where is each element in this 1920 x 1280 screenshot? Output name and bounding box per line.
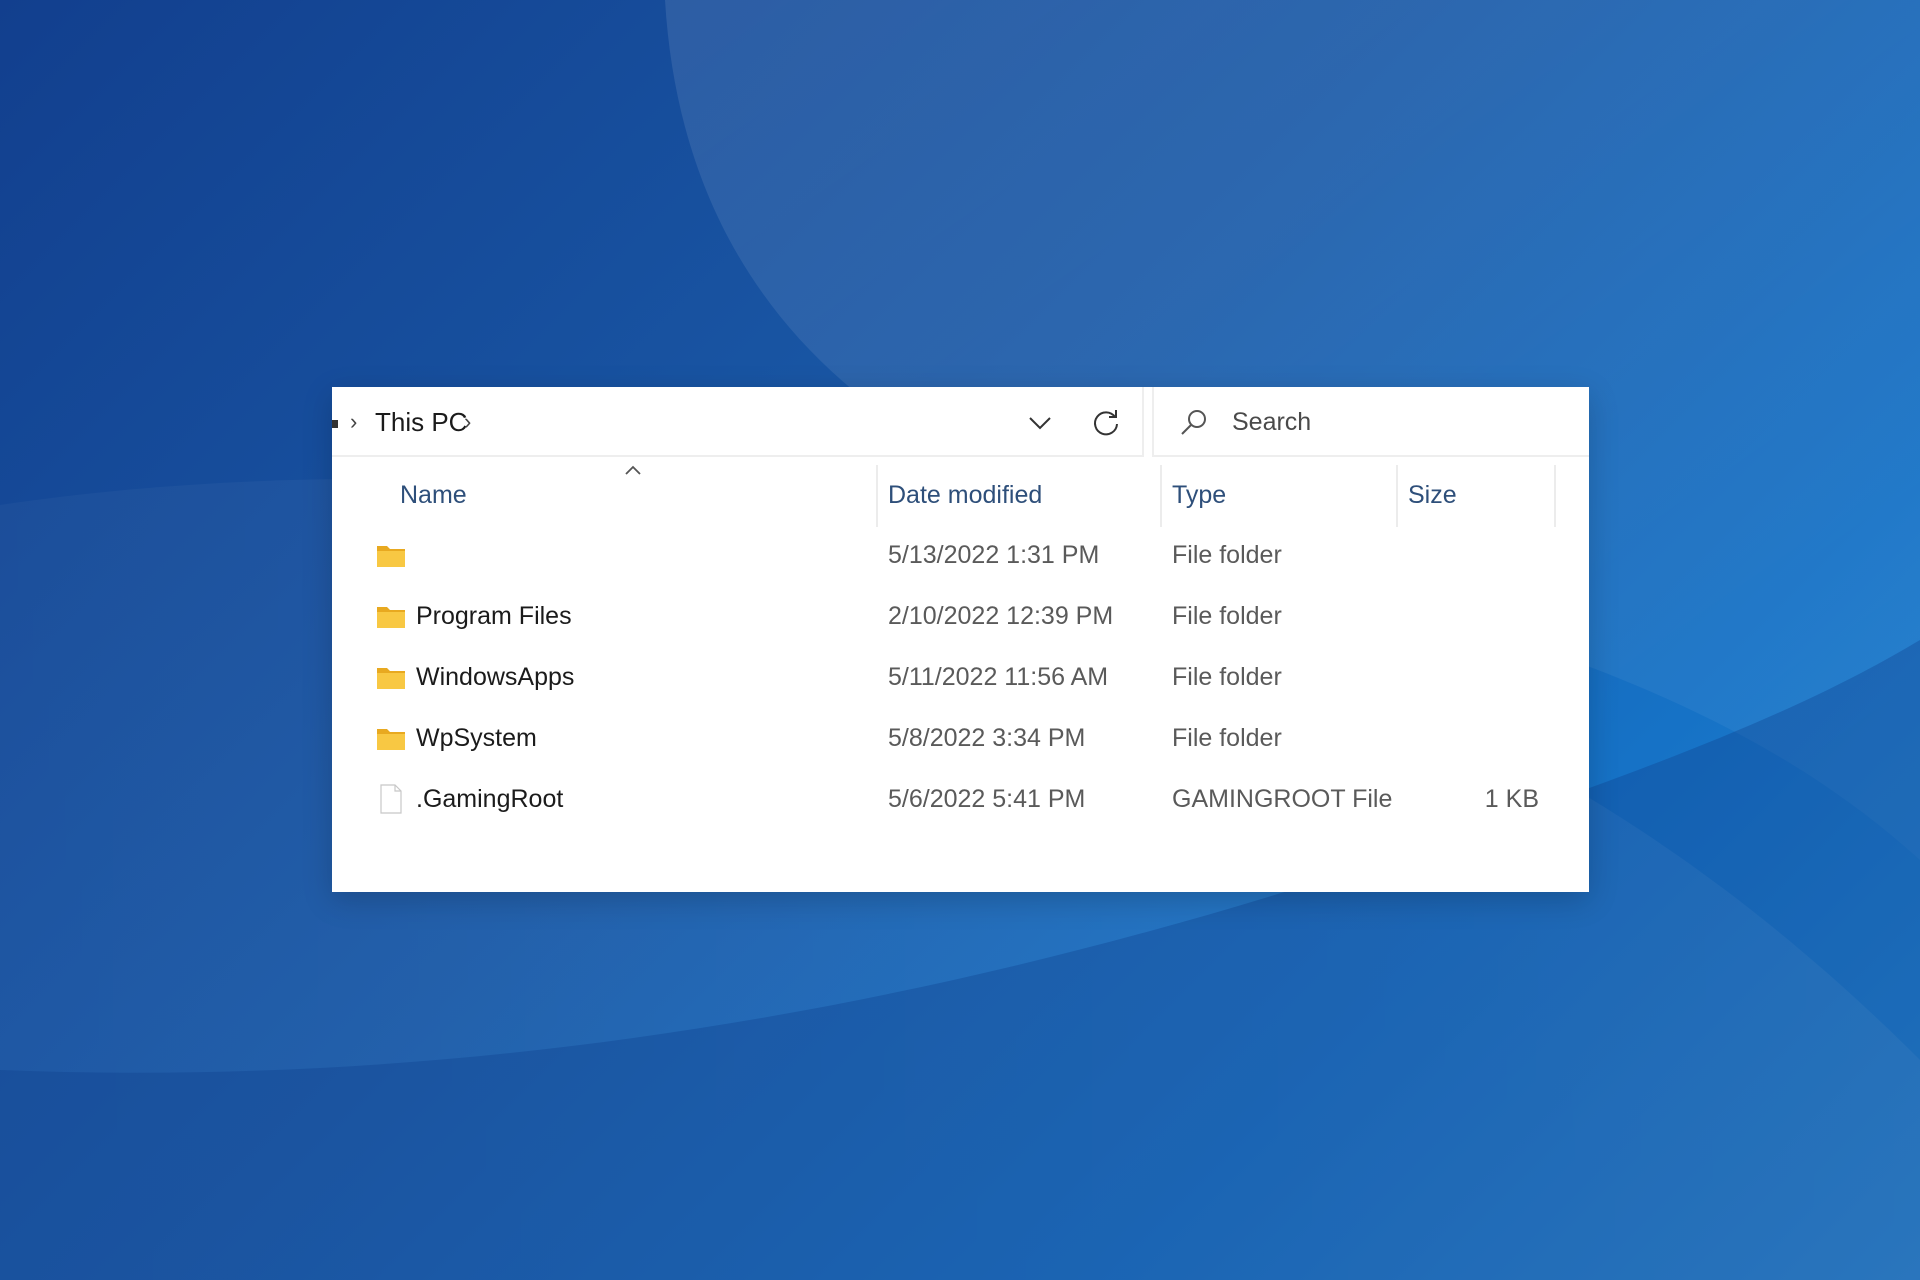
folder-icon bbox=[377, 668, 405, 689]
file-type: File folder bbox=[1172, 663, 1282, 691]
file-type: File folder bbox=[1172, 602, 1282, 630]
column-divider[interactable] bbox=[1160, 465, 1162, 527]
file-date-modified: 2/10/2022 12:39 PM bbox=[888, 602, 1114, 630]
file-explorer-window: › This PC › Search Name Date modified Ty… bbox=[332, 387, 1589, 892]
file-row[interactable]: .GamingRoot 5/6/2022 5:41 PM GAMINGROOT … bbox=[332, 770, 1589, 828]
column-divider[interactable] bbox=[1554, 465, 1556, 527]
file-date-modified: 5/6/2022 5:41 PM bbox=[888, 785, 1086, 813]
column-header-name[interactable]: Name bbox=[400, 473, 467, 517]
search-input[interactable]: Search bbox=[1232, 405, 1311, 439]
search-box[interactable]: Search bbox=[1152, 387, 1589, 457]
file-type: GAMINGROOT File bbox=[1172, 785, 1393, 813]
address-bar[interactable]: › This PC › bbox=[332, 387, 1144, 457]
file-type: File folder bbox=[1172, 724, 1282, 752]
file-type: File folder bbox=[1172, 541, 1282, 569]
column-header-size[interactable]: Size bbox=[1408, 473, 1457, 517]
file-name: WindowsApps bbox=[416, 663, 575, 691]
file-size: 1 KB bbox=[1484, 785, 1539, 813]
file-icon bbox=[380, 784, 402, 814]
file-row[interactable]: Program Files 2/10/2022 12:39 PM File fo… bbox=[332, 587, 1589, 645]
column-header-type[interactable]: Type bbox=[1172, 473, 1226, 517]
file-name: Program Files bbox=[416, 602, 572, 630]
breadcrumb-separator-icon[interactable]: › bbox=[464, 405, 471, 439]
file-row[interactable]: WindowsApps 5/11/2022 11:56 AM File fold… bbox=[332, 648, 1589, 706]
file-row[interactable]: WpSystem 5/8/2022 3:34 PM File folder bbox=[332, 709, 1589, 767]
folder-icon bbox=[377, 607, 405, 628]
file-name: WpSystem bbox=[416, 724, 537, 752]
file-date-modified: 5/11/2022 11:56 AM bbox=[888, 663, 1109, 691]
address-history-dropdown-button[interactable] bbox=[1022, 405, 1058, 441]
refresh-icon bbox=[1094, 410, 1118, 436]
file-name: .GamingRoot bbox=[416, 785, 564, 813]
breadcrumb-separator-icon[interactable]: › bbox=[350, 405, 357, 439]
file-date-modified: 5/8/2022 3:34 PM bbox=[888, 724, 1086, 752]
column-divider[interactable] bbox=[876, 465, 878, 527]
file-row[interactable]: 5/13/2022 1:31 PM File folder bbox=[332, 526, 1589, 584]
file-date-modified: 5/13/2022 1:31 PM bbox=[888, 541, 1100, 569]
search-icon bbox=[1181, 410, 1206, 435]
chevron-down-icon bbox=[1029, 417, 1051, 430]
refresh-button[interactable] bbox=[1086, 403, 1126, 443]
truncated-crumb-marker bbox=[332, 420, 338, 428]
column-header-date-modified[interactable]: Date modified bbox=[888, 473, 1042, 517]
column-divider[interactable] bbox=[1396, 465, 1398, 527]
folder-icon bbox=[377, 729, 405, 750]
breadcrumb-this-pc[interactable]: This PC bbox=[375, 405, 467, 439]
sort-ascending-icon bbox=[625, 465, 641, 475]
folder-icon bbox=[377, 546, 405, 567]
